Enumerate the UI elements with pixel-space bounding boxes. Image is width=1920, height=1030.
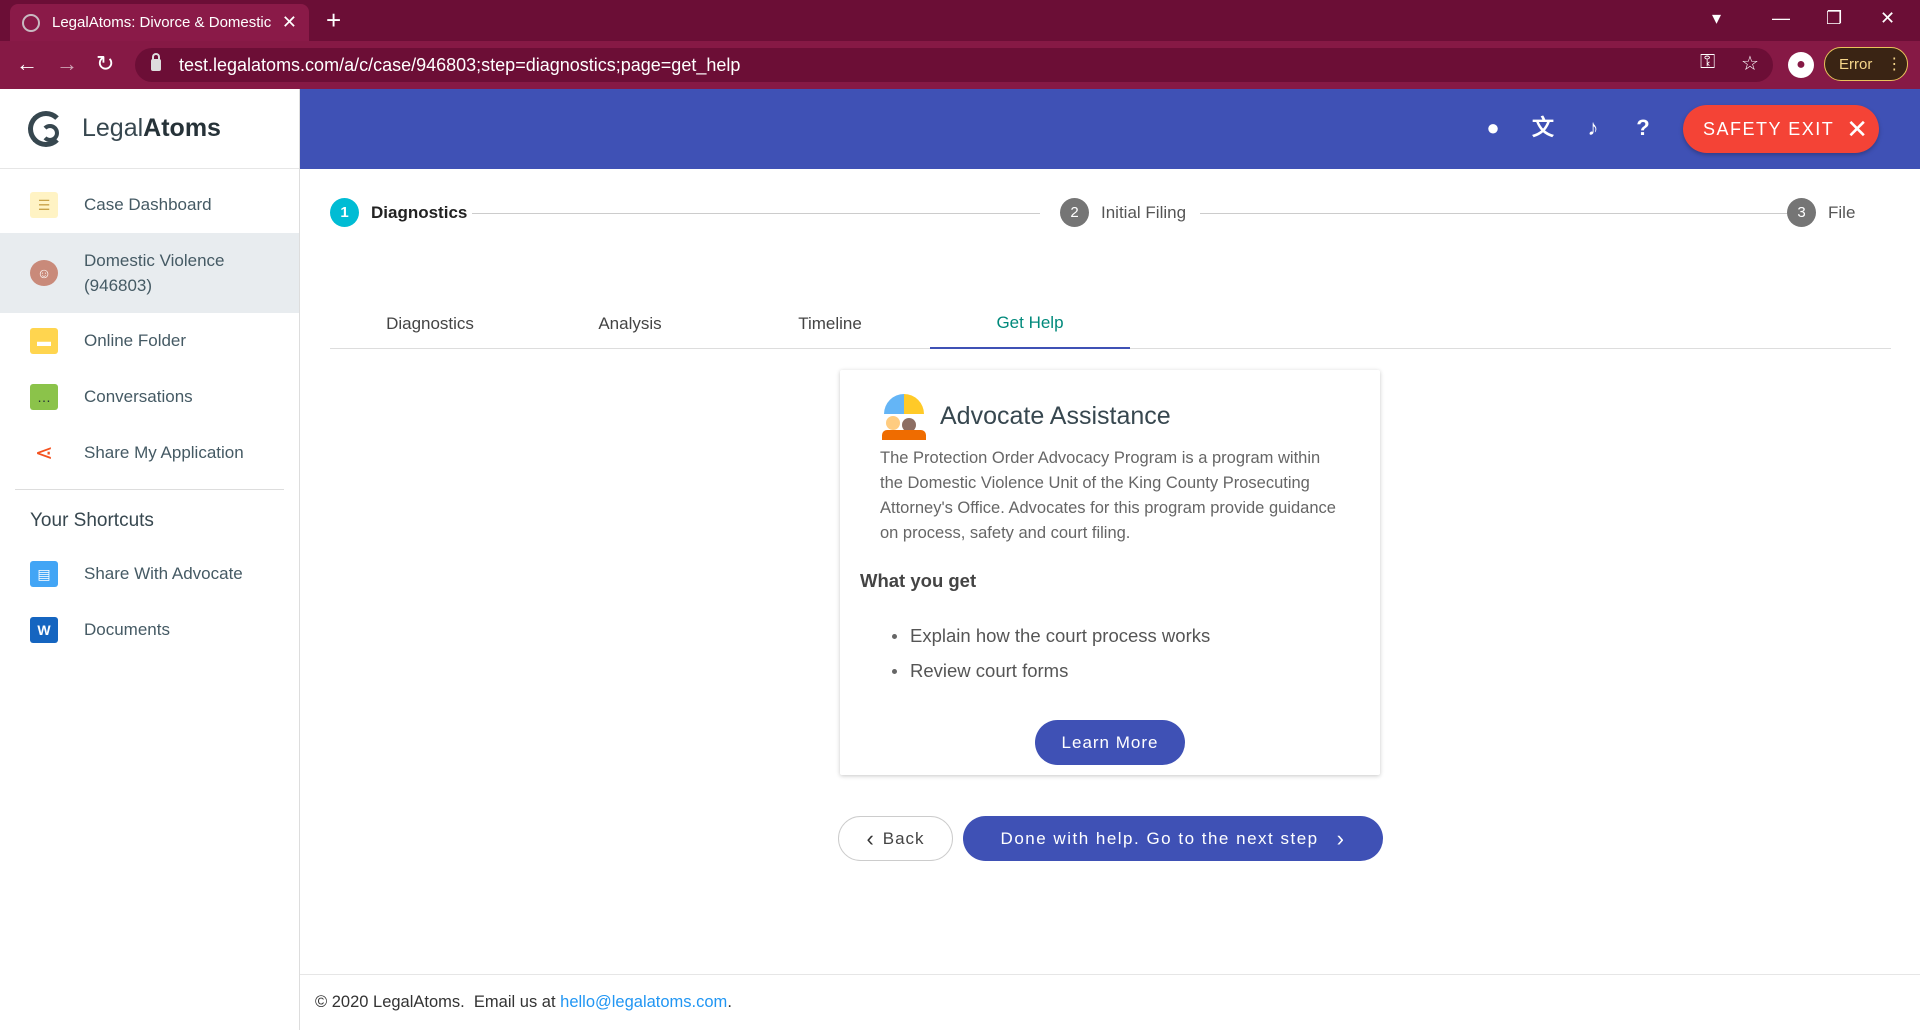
sidebar-item-label: Online Folder xyxy=(84,331,187,350)
email-prefix: Email us at xyxy=(473,993,556,1011)
account-icon[interactable]: ● xyxy=(1480,115,1506,141)
sidebar-item-label: Share My Application xyxy=(84,443,244,462)
browser-tabbar: LegalAtoms: Divorce & Domestic ✕ + ▾ — ❐… xyxy=(0,0,1920,41)
email-suffix: . xyxy=(727,993,732,1011)
sidebar-item-label: Conversations xyxy=(84,387,193,406)
card-description: The Protection Order Advocacy Program is… xyxy=(880,449,1336,542)
list-icon: ☰ xyxy=(30,192,58,218)
close-tab-icon[interactable]: ✕ xyxy=(282,12,297,33)
step-file[interactable]: 3 File xyxy=(1787,198,1855,227)
lock-icon xyxy=(151,53,161,71)
back-arrow-icon[interactable]: ← xyxy=(16,51,38,77)
browser-tab-title: LegalAtoms: Divorce & Domestic xyxy=(52,14,272,31)
brand-logo[interactable]: LegalAtoms xyxy=(0,89,299,169)
error-badge[interactable]: Error ⋮ xyxy=(1824,47,1908,81)
sidebar-item-label: Case Dashboard xyxy=(84,195,212,214)
error-label: Error xyxy=(1839,55,1873,73)
legalatoms-logo-icon xyxy=(28,110,64,147)
advocate-umbrella-icon xyxy=(880,392,928,440)
step-number: 2 xyxy=(1060,198,1089,227)
forward-arrow-icon[interactable]: → xyxy=(56,51,78,77)
step-label: Diagnostics xyxy=(371,202,468,222)
share-icon: ⋖ xyxy=(30,440,58,466)
safety-exit-label: SAFETY EXIT xyxy=(1703,118,1835,139)
step-diagnostics[interactable]: 1 Diagnostics xyxy=(330,198,467,227)
step-number: 3 xyxy=(1787,198,1816,227)
footer: © 2020 LegalAtoms. Email us at hello@leg… xyxy=(300,974,1920,1030)
step-label: Initial Filing xyxy=(1101,202,1187,222)
step-number: 1 xyxy=(330,198,359,227)
sidebar: LegalAtoms ☰ Case Dashboard ☺ Domestic V… xyxy=(0,89,300,1030)
profile-avatar-icon[interactable]: ● xyxy=(1788,52,1814,78)
tab-diagnostics[interactable]: Diagnostics xyxy=(330,298,530,349)
next-label: Done with help. Go to the next step xyxy=(1000,828,1319,848)
shortcut-label: Share With Advocate xyxy=(84,564,243,583)
shortcut-label: Documents xyxy=(84,620,170,639)
person-icon: ☺ xyxy=(30,260,58,286)
sidebar-item-label: Domestic Violence (946803) xyxy=(84,251,225,295)
help-icon[interactable]: ? xyxy=(1630,115,1656,141)
browser-tab[interactable]: LegalAtoms: Divorce & Domestic ✕ xyxy=(10,4,309,41)
close-window-button[interactable]: ✕ xyxy=(1880,8,1895,29)
new-tab-button[interactable]: + xyxy=(326,6,341,34)
advocate-assistance-card: Advocate Assistance The Protection Order… xyxy=(840,370,1380,775)
list-item: Review court forms xyxy=(891,653,1210,688)
shortcut-documents[interactable]: W Documents xyxy=(0,602,299,658)
sidebar-item-domestic-violence[interactable]: ☺ Domestic Violence (946803) xyxy=(0,233,299,313)
sidebar-item-case-dashboard[interactable]: ☰ Case Dashboard xyxy=(0,177,299,233)
address-bar-row: ← → ↻ test.legalatoms.com/a/c/case/94680… xyxy=(0,41,1920,89)
tab-analysis[interactable]: Analysis xyxy=(530,298,730,349)
copyright-text: © 2020 LegalAtoms. xyxy=(315,993,465,1011)
menu-dots-icon: ⋮ xyxy=(1886,56,1903,73)
step-connector xyxy=(1200,213,1790,214)
chevron-left-icon: ‹ xyxy=(866,825,875,851)
page-tabs: Diagnostics Analysis Timeline Get Help xyxy=(330,298,1891,349)
card-subtitle: What you get xyxy=(860,570,977,591)
chat-icon: … xyxy=(30,384,58,410)
bell-icon[interactable]: ♪ xyxy=(1580,115,1606,141)
learn-more-button[interactable]: Learn More xyxy=(1035,720,1185,765)
app-header: ● 文 ♪ ? SAFETY EXIT ✕ xyxy=(300,89,1920,169)
back-label: Back xyxy=(882,828,925,848)
step-initial-filing[interactable]: 2 Initial Filing xyxy=(1060,198,1186,227)
tab-search-icon[interactable]: ▾ xyxy=(1712,8,1721,29)
word-icon: W xyxy=(30,617,58,643)
translate-icon[interactable]: 文 xyxy=(1530,115,1556,141)
url-bar[interactable]: test.legalatoms.com/a/c/case/946803;step… xyxy=(135,48,1773,82)
legalatoms-favicon-icon xyxy=(22,13,40,32)
email-link[interactable]: hello@legalatoms.com xyxy=(560,993,727,1012)
card-title: Advocate Assistance xyxy=(940,401,1171,430)
tab-get-help[interactable]: Get Help xyxy=(930,298,1130,349)
url-text: test.legalatoms.com/a/c/case/946803;step… xyxy=(179,54,741,75)
bookmark-star-icon[interactable]: ☆ xyxy=(1741,51,1759,76)
reload-icon[interactable]: ↻ xyxy=(96,51,114,77)
tab-timeline[interactable]: Timeline xyxy=(730,298,930,349)
shortcut-share-with-advocate[interactable]: ▤ Share With Advocate xyxy=(0,546,299,602)
back-button[interactable]: ‹ Back xyxy=(838,816,953,861)
chevron-right-icon: › xyxy=(1336,825,1346,851)
document-share-icon: ▤ xyxy=(30,561,58,587)
safety-exit-button[interactable]: SAFETY EXIT ✕ xyxy=(1683,105,1879,153)
sidebar-item-conversations[interactable]: … Conversations xyxy=(0,369,299,425)
sidebar-item-share-my-application[interactable]: ⋖ Share My Application xyxy=(0,425,299,481)
list-item: Explain how the court process works xyxy=(891,618,1210,653)
restore-button[interactable]: ❐ xyxy=(1826,8,1842,29)
brand-name: LegalAtoms xyxy=(82,114,221,142)
next-step-button[interactable]: Done with help. Go to the next step › xyxy=(963,816,1383,861)
step-label: File xyxy=(1828,202,1856,222)
progress-stepper: 1 Diagnostics 2 Initial Filing 3 File xyxy=(330,198,1860,230)
sidebar-item-online-folder[interactable]: ▬ Online Folder xyxy=(0,313,299,369)
card-header: Advocate Assistance xyxy=(880,392,1171,440)
shortcuts-title: Your Shortcuts xyxy=(30,510,154,531)
step-connector xyxy=(472,213,1040,214)
close-icon: ✕ xyxy=(1846,113,1870,144)
folder-icon: ▬ xyxy=(30,328,58,354)
key-icon[interactable]: ⚿ xyxy=(1700,51,1715,74)
benefits-list: Explain how the court process works Revi… xyxy=(891,618,1210,688)
minimize-button[interactable]: — xyxy=(1772,8,1790,29)
